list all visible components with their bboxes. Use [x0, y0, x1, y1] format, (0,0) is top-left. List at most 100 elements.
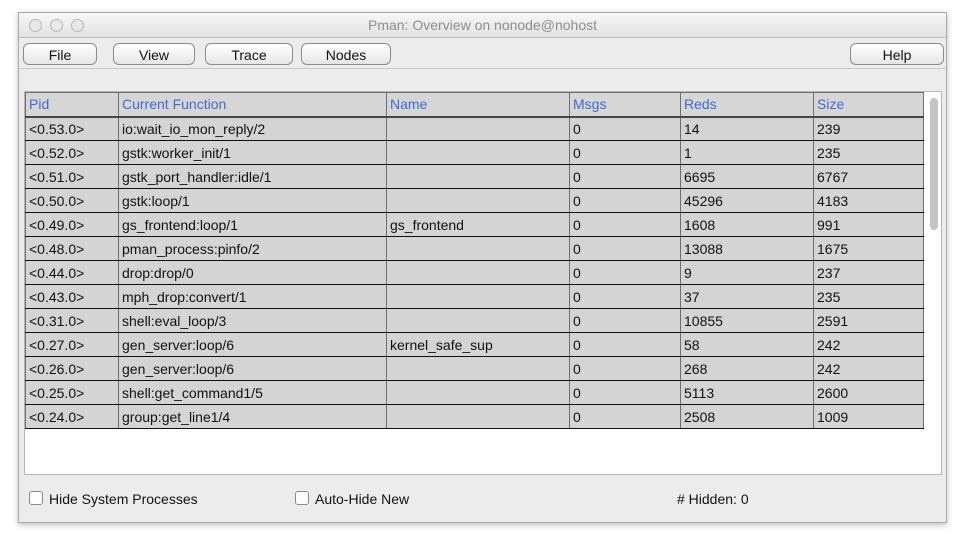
table-row[interactable]: <0.53.0> io:wait_io_mon_reply/2 0 14 239 [25, 116, 924, 141]
column-header[interactable]: Current Function [118, 92, 387, 118]
table-cell: 1009 [813, 404, 924, 429]
auto-hide-new-checkbox[interactable] [295, 491, 309, 505]
table-row[interactable]: <0.52.0> gstk:worker_init/1 0 1 235 [25, 140, 924, 165]
table-cell: <0.24.0> [25, 404, 119, 429]
table-cell: 45296 [680, 188, 814, 213]
help-menu-button[interactable]: Help [850, 43, 944, 65]
hide-system-processes-checkbox[interactable] [29, 491, 43, 505]
table-cell [386, 380, 570, 405]
menubar: File View Trace Nodes Help [19, 38, 946, 69]
table-row[interactable]: <0.50.0> gstk:loop/1 0 45296 4183 [25, 188, 924, 213]
pman-window: Pman: Overview on nonode@nohost File Vie… [18, 12, 947, 523]
table-cell: <0.31.0> [25, 308, 119, 333]
zoom-icon[interactable] [71, 19, 84, 32]
table-cell [386, 356, 570, 381]
table-cell: 1 [680, 140, 814, 165]
table-row[interactable]: <0.44.0> drop:drop/0 0 9 237 [25, 260, 924, 285]
vertical-scrollbar[interactable] [930, 98, 938, 230]
table-cell: 237 [813, 260, 924, 285]
table-cell: gs_frontend:loop/1 [118, 212, 387, 237]
table-cell: 2591 [813, 308, 924, 333]
hide-system-processes-label[interactable]: Hide System Processes [49, 491, 198, 507]
table-cell: <0.51.0> [25, 164, 119, 189]
trace-menu-button[interactable]: Trace [205, 43, 293, 65]
table-row[interactable]: <0.25.0> shell:get_command1/5 0 5113 2600 [25, 380, 924, 405]
table-cell: 242 [813, 332, 924, 357]
column-header[interactable]: Reds [680, 92, 814, 118]
window-controls [29, 19, 84, 32]
table-cell: 0 [569, 188, 681, 213]
column-header[interactable]: Name [386, 92, 570, 118]
table-cell: 13088 [680, 236, 814, 261]
table-row[interactable]: <0.49.0> gs_frontend:loop/1 gs_frontend 0 16… [25, 212, 924, 237]
table-row[interactable]: <0.43.0> mph_drop:convert/1 0 37 235 [25, 284, 924, 309]
window-title: Pman: Overview on nonode@nohost [367, 17, 597, 33]
table-cell: gstk:worker_init/1 [118, 140, 387, 165]
minimize-icon[interactable] [50, 19, 63, 32]
table-row[interactable]: <0.24.0> group:get_line1/4 0 2508 1009 [25, 404, 924, 429]
view-menu-button[interactable]: View [113, 43, 195, 65]
column-header[interactable]: Pid [25, 92, 119, 118]
process-table[interactable]: Pid Current Function Name Msgs Reds Size <0.5… [25, 92, 924, 429]
table-cell: drop:drop/0 [118, 260, 387, 285]
table-cell: 58 [680, 332, 814, 357]
table-cell [386, 188, 570, 213]
table-row[interactable]: <0.31.0> shell:eval_loop/3 0 10855 2591 [25, 308, 924, 333]
close-icon[interactable] [29, 19, 42, 32]
table-cell [386, 116, 570, 141]
table-row[interactable]: <0.26.0> gen_server:loop/6 0 268 242 [25, 356, 924, 381]
table-header-row: Pid Current Function Name Msgs Reds Size [25, 92, 924, 118]
nodes-menu-button[interactable]: Nodes [301, 43, 391, 65]
table-cell: 991 [813, 212, 924, 237]
table-row[interactable]: <0.51.0> gstk_port_handler:idle/1 0 6695 676… [25, 164, 924, 189]
table-cell: 6767 [813, 164, 924, 189]
table-cell: gstk_port_handler:idle/1 [118, 164, 387, 189]
table-cell: 2600 [813, 380, 924, 405]
column-header[interactable]: Size [813, 92, 924, 118]
table-cell: <0.27.0> [25, 332, 119, 357]
table-cell: 6695 [680, 164, 814, 189]
table-cell: 0 [569, 332, 681, 357]
table-cell: 0 [569, 284, 681, 309]
table-cell: 268 [680, 356, 814, 381]
table-cell: 239 [813, 116, 924, 141]
table-row[interactable]: <0.48.0> pman_process:pinfo/2 0 13088 1675 [25, 236, 924, 261]
table-cell: <0.26.0> [25, 356, 119, 381]
auto-hide-new-label[interactable]: Auto-Hide New [315, 491, 409, 507]
table-cell [386, 284, 570, 309]
hidden-count-text: # Hidden: 0 [677, 491, 749, 507]
table-cell [386, 260, 570, 285]
table-cell: <0.48.0> [25, 236, 119, 261]
table-cell: gen_server:loop/6 [118, 356, 387, 381]
process-table-container[interactable]: Pid Current Function Name Msgs Reds Size <0.5… [24, 91, 942, 475]
table-row[interactable]: <0.27.0> gen_server:loop/6 kernel_safe_sup… [25, 332, 924, 357]
column-header[interactable]: Msgs [569, 92, 681, 118]
table-cell: 9 [680, 260, 814, 285]
table-cell: 0 [569, 140, 681, 165]
table-cell: <0.43.0> [25, 284, 119, 309]
table-cell: io:wait_io_mon_reply/2 [118, 116, 387, 141]
table-cell: 0 [569, 116, 681, 141]
table-cell [386, 236, 570, 261]
table-cell: 37 [680, 284, 814, 309]
table-cell: 1608 [680, 212, 814, 237]
table-cell: <0.25.0> [25, 380, 119, 405]
table-cell: mph_drop:convert/1 [118, 284, 387, 309]
table-cell: shell:eval_loop/3 [118, 308, 387, 333]
table-cell: 10855 [680, 308, 814, 333]
table-cell: <0.53.0> [25, 116, 119, 141]
file-menu-button[interactable]: File [23, 43, 97, 65]
table-cell: 235 [813, 140, 924, 165]
table-cell [386, 140, 570, 165]
table-cell: 1675 [813, 236, 924, 261]
table-cell: group:get_line1/4 [118, 404, 387, 429]
table-cell: kernel_safe_sup [386, 332, 570, 357]
table-cell: 2508 [680, 404, 814, 429]
table-cell: <0.49.0> [25, 212, 119, 237]
table-cell: 0 [569, 308, 681, 333]
table-cell: 5113 [680, 380, 814, 405]
titlebar: Pman: Overview on nonode@nohost [19, 13, 946, 38]
table-cell: shell:get_command1/5 [118, 380, 387, 405]
table-cell: 242 [813, 356, 924, 381]
table-cell: gs_frontend [386, 212, 570, 237]
